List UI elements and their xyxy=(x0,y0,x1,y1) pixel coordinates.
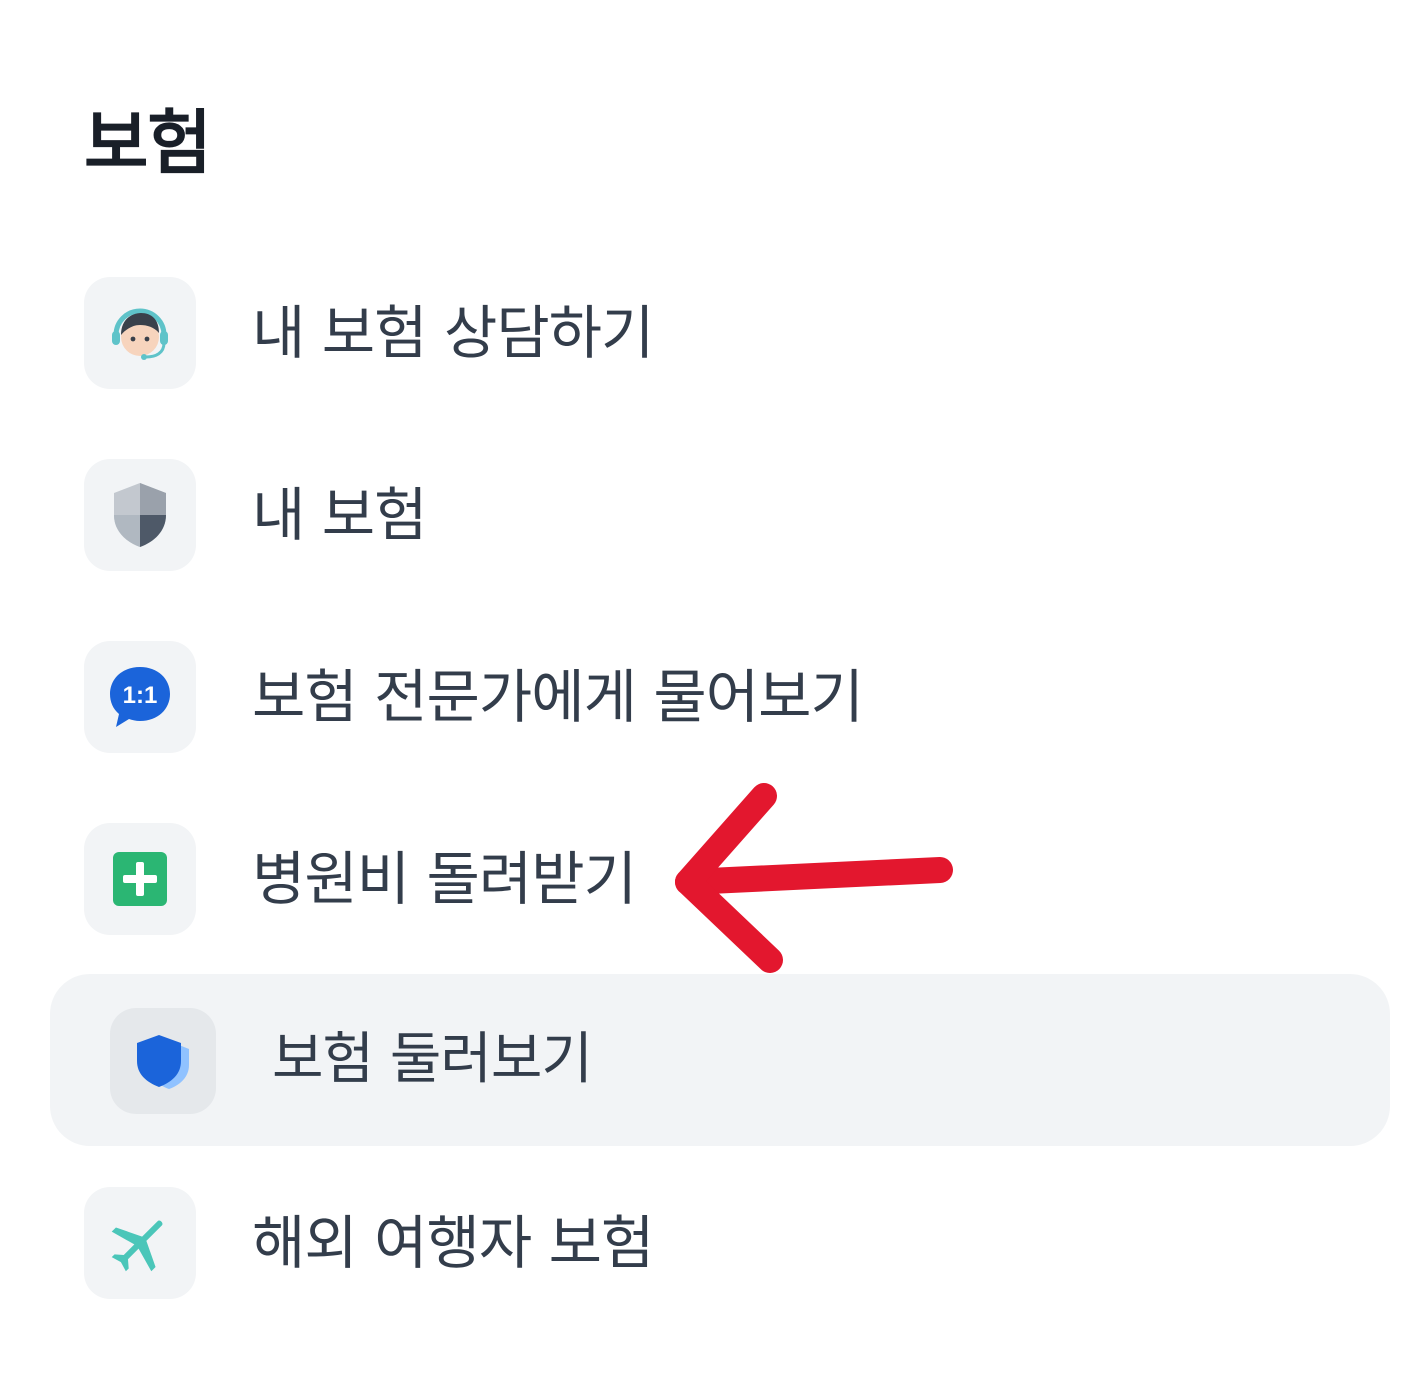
menu-item-label: 보험 전문가에게 물어보기 xyxy=(252,663,864,731)
section-title: 보험 xyxy=(84,102,212,184)
menu-item-insurance-consult[interactable]: 내 보험 상담하기 xyxy=(0,277,1425,389)
menu-item-label: 병원비 돌려받기 xyxy=(252,845,637,913)
menu-item-label: 보험 둘러보기 xyxy=(272,1027,593,1092)
chat-icon-text: 1:1 xyxy=(123,682,158,709)
menu-item-label: 내 보험 상담하기 xyxy=(252,299,654,367)
menu-item-my-insurance[interactable]: 내 보험 xyxy=(0,459,1425,571)
airplane-icon xyxy=(84,1187,196,1299)
menu-item-browse-insurance[interactable]: 보험 둘러보기 xyxy=(50,974,1390,1146)
menu-item-hospital-refund[interactable]: 병원비 돌려받기 xyxy=(0,823,1425,935)
blue-shield-icon xyxy=(110,1008,216,1114)
counselor-headset-icon xyxy=(84,277,196,389)
menu-item-label: 내 보험 xyxy=(252,481,428,549)
menu-item-label: 해외 여행자 보험 xyxy=(252,1209,654,1277)
menu-item-ask-expert[interactable]: 1:1 보험 전문가에게 물어보기 xyxy=(0,641,1425,753)
shield-icon xyxy=(84,459,196,571)
one-to-one-chat-icon: 1:1 xyxy=(84,641,196,753)
menu-item-travel-insurance[interactable]: 해외 여행자 보험 xyxy=(0,1187,1425,1299)
hospital-cross-icon xyxy=(84,823,196,935)
